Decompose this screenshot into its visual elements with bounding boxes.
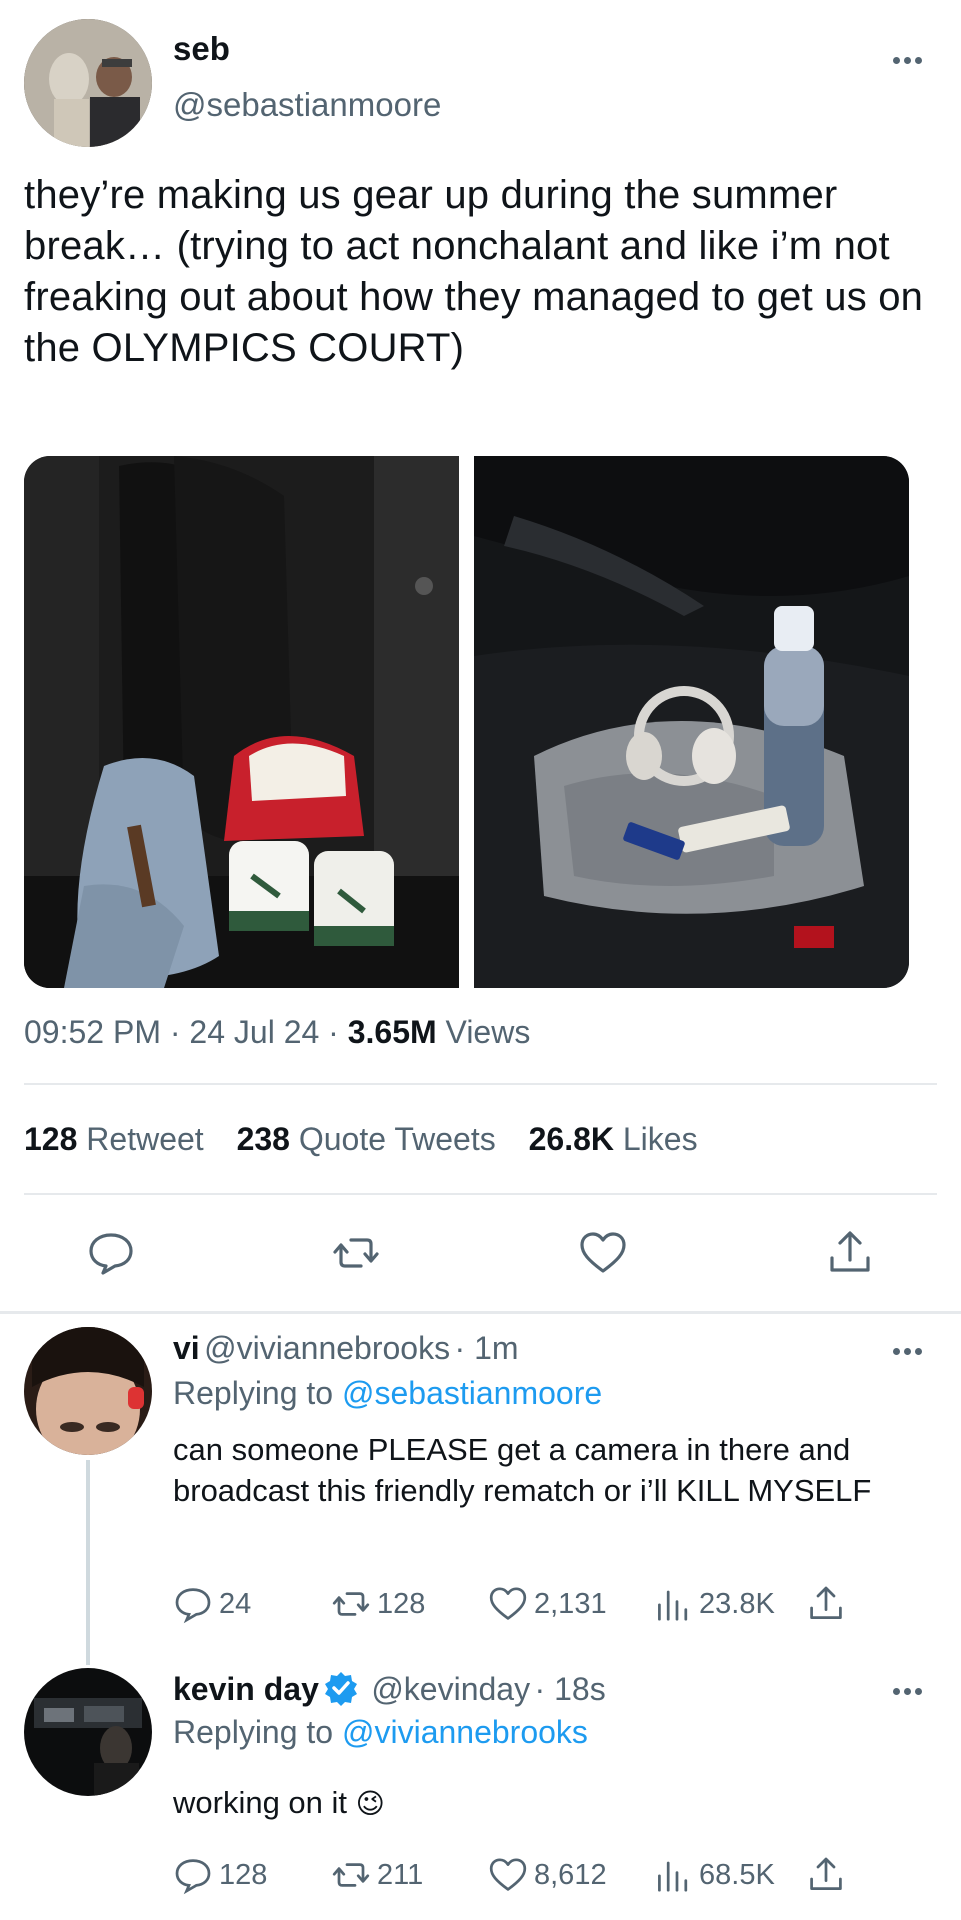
reply-icon [175, 1859, 211, 1895]
share-icon [810, 1586, 842, 1619]
like-count-button[interactable]: 2,131 [488, 1584, 607, 1624]
retweets-stat[interactable]: 128 Retweet [24, 1121, 213, 1157]
tweet-text: they’re making us gear up during the sum… [24, 173, 924, 370]
retweets-count: 128 [24, 1121, 78, 1157]
reply-author-name[interactable]: kevin day [173, 1671, 319, 1707]
reply-count: 24 [219, 1587, 252, 1620]
replying-to: Replying to @sebastianmoore [173, 1375, 602, 1412]
tweet-photo-locker[interactable] [24, 456, 459, 988]
reply-text: working on it [173, 1785, 348, 1820]
retweet-icon [332, 1592, 370, 1616]
analytics-icon [658, 1861, 688, 1892]
author-name[interactable]: seb [173, 30, 230, 68]
reply-author-handle[interactable]: @kevinday [371, 1671, 530, 1707]
reply-count: 128 [219, 1858, 268, 1891]
views-label: Views [445, 1014, 531, 1050]
tweet-time: 09:52 PM [24, 1014, 161, 1050]
reply-icon[interactable] [86, 1228, 136, 1278]
reply-avatar-photo [24, 1668, 152, 1796]
share-icon[interactable] [825, 1228, 875, 1278]
share-button[interactable] [806, 1584, 846, 1624]
likes-stat[interactable]: 26.8K Likes [529, 1121, 698, 1157]
like-count-button[interactable]: 8,612 [488, 1855, 607, 1895]
views-count-button[interactable]: 23.8K [653, 1584, 775, 1624]
reply-author-handle[interactable]: @viviannebrooks [204, 1330, 450, 1366]
retweet-count-button[interactable]: 128 [331, 1584, 425, 1624]
views-count: 3.65M [347, 1014, 437, 1050]
heart-icon [489, 1587, 527, 1620]
tweet-stats: 128 Retweet 238 Quote Tweets 26.8K Likes [24, 1121, 698, 1158]
tweet-meta: 09:52 PM · 24 Jul 24 · 3.65M Views [24, 1014, 530, 1051]
quotes-count: 238 [236, 1121, 290, 1157]
reply-count-button[interactable]: 128 [173, 1855, 267, 1895]
replying-label: Replying to [173, 1375, 334, 1411]
heart-icon [489, 1858, 527, 1891]
reply-header: vi @viviannebrooks · 1m [173, 1330, 519, 1367]
like-count: 8,612 [534, 1858, 607, 1891]
more-options-icon[interactable] [893, 57, 922, 64]
analytics-icon [658, 1590, 688, 1621]
likes-count: 26.8K [528, 1121, 614, 1157]
retweet-icon [332, 1863, 370, 1887]
reply-more-options-icon[interactable] [893, 1688, 922, 1695]
reply-actions: 24 128 2,131 23.8K [173, 1584, 853, 1628]
replying-mention[interactable]: @viviannebrooks [342, 1714, 588, 1750]
reply-count-button[interactable]: 24 [173, 1584, 251, 1624]
divider [24, 1083, 937, 1085]
reply-avatar-photo [24, 1327, 152, 1455]
wink-emoji: 😉 [355, 1788, 385, 1819]
divider [24, 1193, 937, 1195]
retweet-count: 128 [377, 1587, 426, 1620]
reply-avatar[interactable] [24, 1668, 152, 1796]
reply-author-name[interactable]: vi [173, 1330, 200, 1366]
quotes-label: Quote Tweets [298, 1121, 496, 1157]
like-count: 2,131 [534, 1587, 607, 1620]
quotes-stat[interactable]: 238 Quote Tweets [237, 1121, 505, 1157]
reply-avatar[interactable] [24, 1327, 152, 1455]
reply-time: · 1m [454, 1330, 519, 1366]
replying-to: Replying to @viviannebrooks [173, 1714, 588, 1751]
locker-image [24, 456, 459, 988]
tweet-photo-car-seat[interactable] [474, 456, 909, 988]
views-count-button[interactable]: 68.5K [653, 1855, 775, 1895]
likes-label: Likes [622, 1121, 698, 1157]
retweet-count-button[interactable]: 211 [331, 1855, 423, 1895]
views-count: 23.8K [699, 1587, 775, 1620]
retweet-icon[interactable] [331, 1228, 381, 1278]
heart-icon[interactable] [578, 1228, 628, 1278]
reply-actions: 128 211 8,612 68.5K [173, 1855, 853, 1899]
share-icon [810, 1857, 842, 1890]
replying-mention[interactable]: @sebastianmoore [342, 1375, 602, 1411]
section-divider [0, 1311, 961, 1314]
meta-separator: · [169, 1014, 181, 1050]
views-count: 68.5K [699, 1858, 775, 1891]
avatar-photo [24, 19, 152, 147]
reply-more-options-icon[interactable] [893, 1348, 922, 1355]
share-button[interactable] [806, 1855, 846, 1895]
reply-time: · 18s [534, 1671, 606, 1707]
author-handle[interactable]: @sebastianmoore [173, 86, 441, 124]
tweet-date: 24 Jul 24 [189, 1014, 320, 1050]
reply-header: kevin day @kevinday · 18s [173, 1670, 606, 1708]
reply-icon [175, 1588, 211, 1624]
retweets-label: Retweet [86, 1121, 204, 1157]
verified-badge-icon [324, 1672, 357, 1706]
retweet-count: 211 [377, 1858, 424, 1891]
meta-separator: · [328, 1014, 339, 1050]
reply-text-row: working on it 😉 [173, 1782, 385, 1824]
car-seat-image [474, 456, 909, 988]
author-avatar[interactable] [24, 19, 152, 147]
reply-text: can someone PLEASE get a camera in there… [173, 1432, 872, 1508]
thread-line [86, 1460, 90, 1665]
replying-label: Replying to [173, 1714, 334, 1750]
